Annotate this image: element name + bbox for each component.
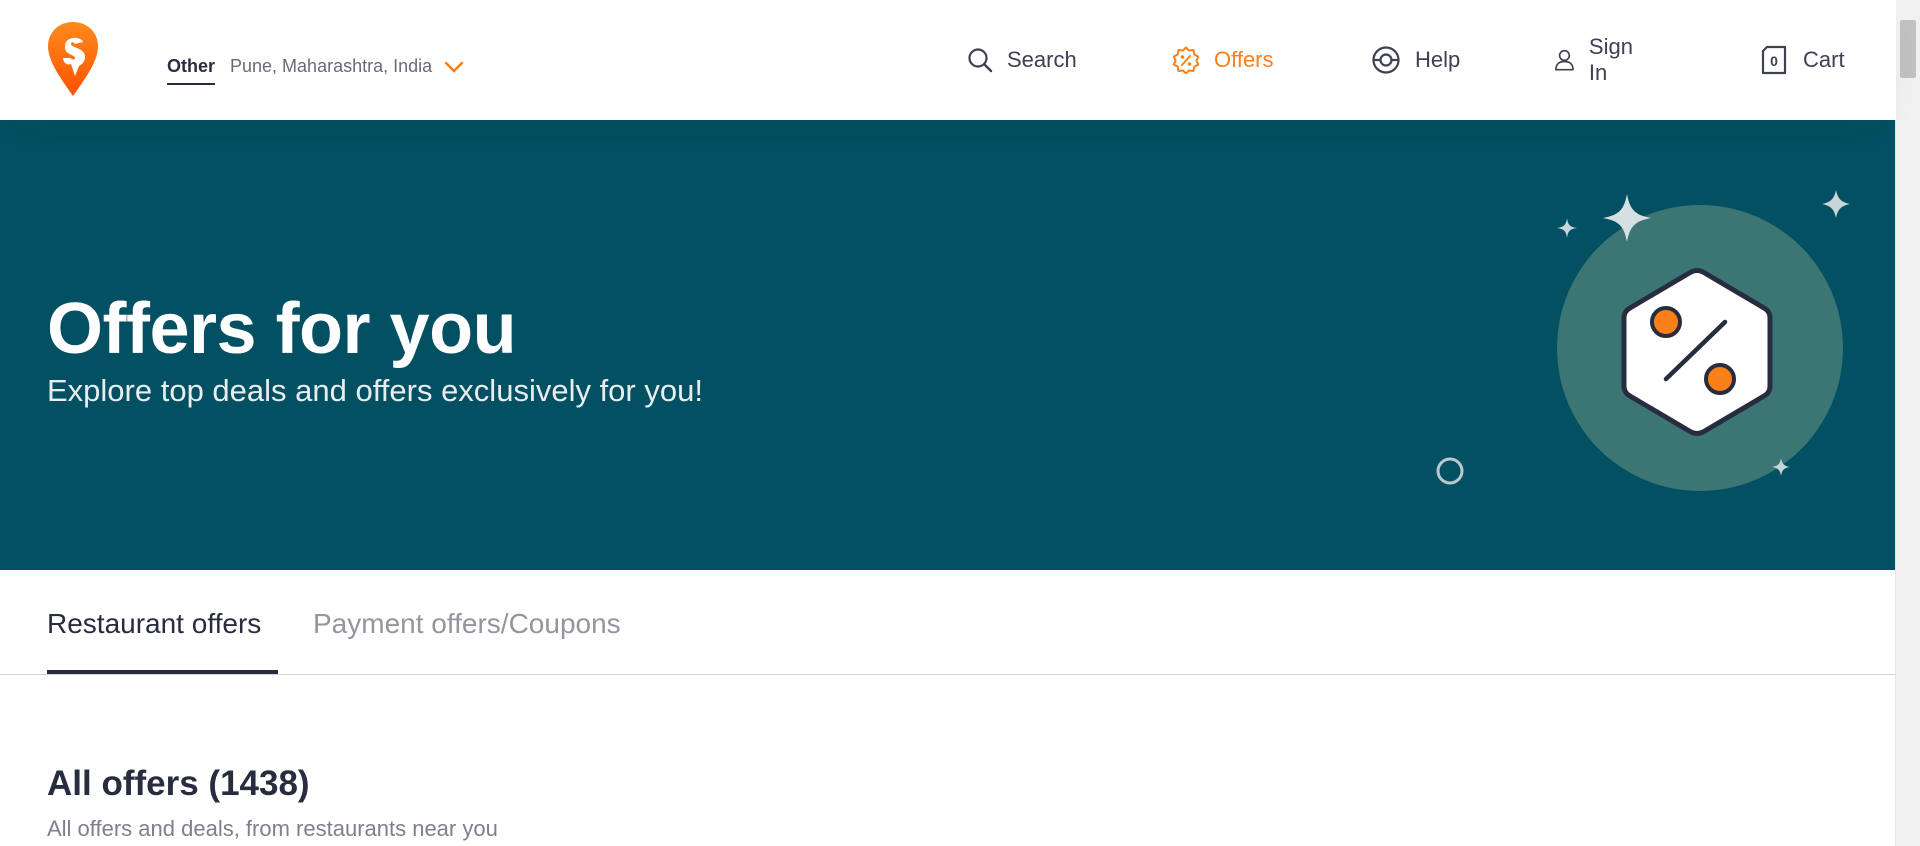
sparkle-icon (1822, 190, 1850, 218)
swiggy-logo[interactable] (45, 20, 101, 100)
active-tab-indicator (47, 670, 278, 674)
tab-restaurant-offers[interactable]: Restaurant offers (47, 608, 261, 640)
location-text[interactable]: Pune, Maharashtra, India (230, 56, 432, 77)
nav-offers[interactable]: Offers (1172, 40, 1274, 80)
hero-subtitle: Explore top deals and offers exclusively… (47, 373, 703, 408)
percent-dot (1704, 363, 1736, 395)
ring-decoration (1436, 457, 1464, 485)
nav-help[interactable]: Help (1371, 40, 1460, 80)
section-subtitle: All offers and deals, from restaurants n… (47, 816, 498, 841)
hero-title: Offers for you (47, 289, 517, 369)
user-icon (1555, 49, 1574, 71)
discount-badge-illustration (1436, 190, 1850, 491)
offers-hero-banner: Offers for you Explore top deals and off… (0, 120, 1896, 570)
search-icon (968, 48, 993, 73)
location-selector[interactable]: Other Pune, Maharashtra, India (167, 48, 464, 85)
help-icon (1372, 46, 1400, 74)
sparkle-icon (1557, 218, 1577, 238)
nav-help-label: Help (1415, 47, 1461, 72)
cart-icon: 0 (1761, 45, 1787, 75)
tab-payment-offers[interactable]: Payment offers/Coupons (313, 608, 621, 640)
nav-cart[interactable]: 0 Cart (1759, 40, 1845, 80)
scrollbar-thumb[interactable] (1900, 20, 1916, 78)
nav-search[interactable]: Search (967, 40, 1077, 80)
top-header: Other Pune, Maharashtra, India Search Of… (0, 0, 1896, 120)
location-label[interactable]: Other (167, 56, 216, 85)
page-scrollbar[interactable] (1895, 0, 1920, 846)
nav-search-label: Search (1007, 47, 1077, 72)
section-title: All offers (1438) (47, 764, 310, 803)
percent-dot (1650, 306, 1682, 338)
nav-cart-label: Cart (1803, 47, 1845, 72)
nav-sign-in-label: Sign In (1588, 34, 1633, 85)
chevron-down-icon[interactable] (444, 60, 464, 74)
cart-count: 0 (1770, 53, 1778, 69)
nav-offers-label: Offers (1214, 47, 1274, 72)
nav-sign-in[interactable]: Sign In (1554, 34, 1640, 85)
offers-tabs: Restaurant offers Payment offers/Coupons (0, 570, 1896, 675)
offers-icon (1172, 46, 1200, 74)
